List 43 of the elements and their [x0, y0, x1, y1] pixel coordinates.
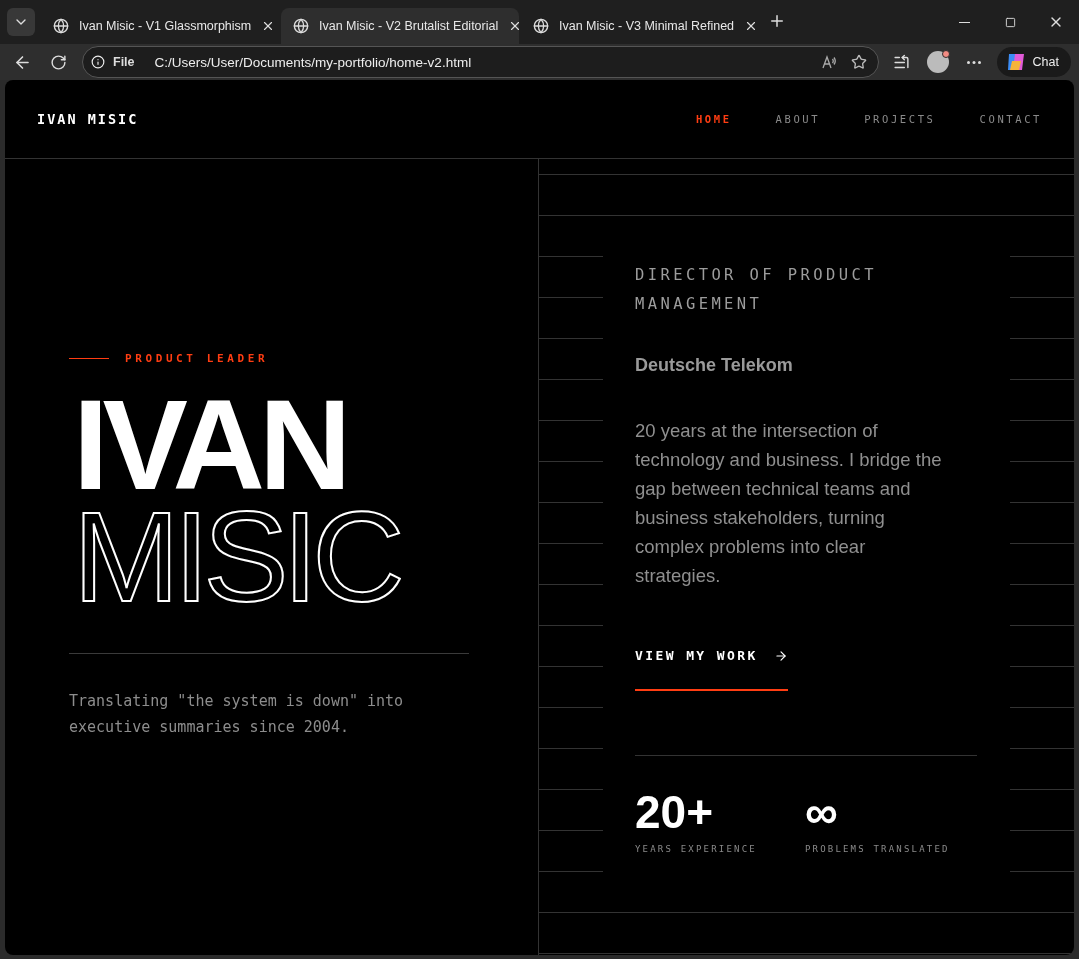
stat-value: ∞ — [804, 788, 839, 836]
nav-link[interactable]: HOME — [695, 113, 732, 125]
refresh-icon — [49, 53, 67, 71]
address-bar[interactable]: File C:/Users/User/Documents/my-portfolio/home-v2.html — [82, 46, 879, 78]
globe-icon — [53, 18, 69, 34]
tab-title: Ivan Misic - V3 Minimal Refined — [559, 19, 735, 33]
more-dots-icon — [966, 60, 981, 64]
maximize-icon — [1004, 16, 1016, 28]
eyebrow-label: PRODUCT LEADER — [125, 352, 269, 365]
avatar-icon — [926, 51, 949, 73]
stat-label: PROBLEMS TRANSLATED — [804, 844, 950, 854]
scheme-label: File — [113, 55, 135, 69]
read-aloud-icon — [820, 54, 837, 70]
stat-value: 20+ — [635, 788, 715, 836]
browser-tab[interactable]: Ivan Misic - V3 Minimal Refined — [521, 8, 759, 44]
company-name: Deutsche Telekom — [635, 355, 794, 376]
favorites-list-icon — [893, 53, 911, 71]
globe-icon — [293, 18, 309, 34]
view-work-link[interactable]: VIEW MY WORK — [635, 648, 788, 691]
tab-title: Ivan Misic - V2 Brutalist Editorial — [319, 19, 499, 33]
hero-name: IVAN — [73, 389, 346, 501]
star-icon — [850, 54, 867, 70]
site-logo[interactable]: IVAN MISIC — [37, 111, 139, 127]
chat-button[interactable]: Chat — [996, 47, 1071, 77]
browser-tab[interactable]: Ivan Misic - V2 Brutalist Editorial — [281, 8, 519, 44]
arrow-right-icon — [773, 648, 788, 663]
hero-name-outlined: MISIC — [73, 501, 399, 613]
tab-title: Ivan Misic - V1 Glassmorphism — [79, 19, 252, 33]
tagline: Translating "the system is down" into executive summaries since 2004. — [69, 691, 405, 738]
browser-tab[interactable]: Ivan Misic - V1 Glassmorphism — [41, 8, 279, 44]
tab-list-button[interactable] — [7, 8, 35, 36]
minimize-icon — [958, 21, 970, 23]
nav-link[interactable]: ABOUT — [775, 113, 821, 125]
nav-link[interactable]: PROJECTS — [864, 113, 936, 125]
url-text: C:/Users/User/Documents/my-portfolio/home-v2.html — [154, 54, 473, 70]
info-icon — [91, 55, 105, 69]
job-title: DIRECTOR OF PRODUCT MANAGEMENT — [635, 265, 878, 315]
accent-rule — [69, 358, 109, 359]
stat-label: YEARS EXPERIENCE — [635, 844, 757, 854]
plus-icon — [768, 12, 786, 30]
nav-link[interactable]: CONTACT — [979, 113, 1042, 125]
bio-text: 20 years at the intersection of technology and business. I bridge the gap between technical teams and business stakeholders, turning complex problems into clear strategies. — [635, 419, 943, 588]
globe-icon — [533, 18, 549, 34]
